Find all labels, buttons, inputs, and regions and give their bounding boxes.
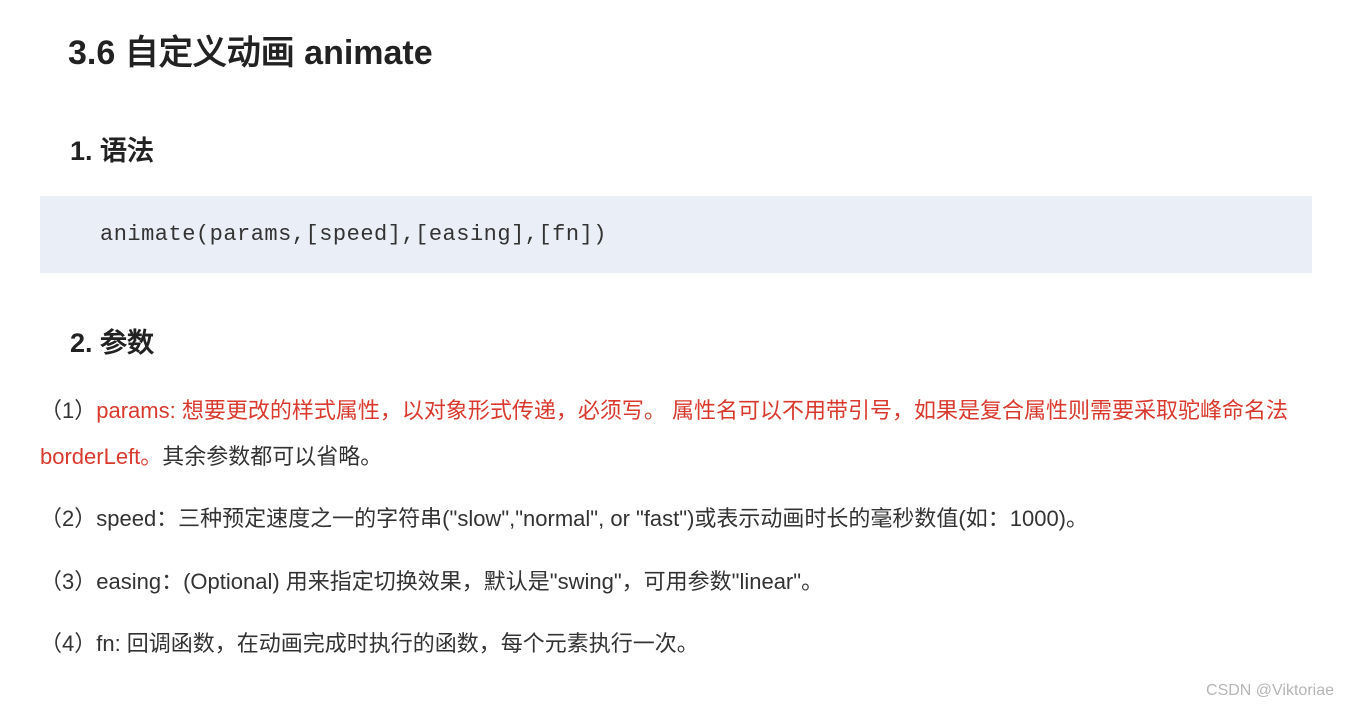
params-list: （1）params: 想要更改的样式属性，以对象形式传递，必须写。 属性名可以不… — [40, 388, 1312, 667]
watermark: CSDN @Viktoriae — [1206, 682, 1334, 700]
syntax-heading: 1. 语法 — [70, 129, 1312, 168]
param-1-rest: 其余参数都可以省略。 — [162, 444, 382, 469]
main-title: 3.6 自定义动画 animate — [68, 25, 1312, 74]
param-3: （3）easing：(Optional) 用来指定切换效果，默认是"swing"… — [40, 559, 1312, 605]
params-heading: 2. 参数 — [70, 321, 1312, 360]
param-1-prefix: （1） — [40, 398, 96, 423]
param-2: （2）speed：三种预定速度之一的字符串("slow","normal", o… — [40, 496, 1312, 542]
param-1: （1）params: 想要更改的样式属性，以对象形式传递，必须写。 属性名可以不… — [40, 388, 1312, 480]
param-4: （4）fn: 回调函数，在动画完成时执行的函数，每个元素执行一次。 — [40, 621, 1312, 667]
code-block: animate(params,[speed],[easing],[fn]) — [40, 196, 1312, 273]
